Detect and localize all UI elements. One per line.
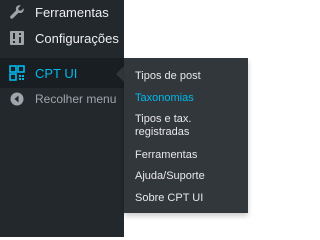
submenu-item-taxonomias[interactable]: Taxonomias — [135, 92, 245, 105]
sidebar-item-label: Configurações — [35, 30, 119, 46]
submenu-item-sobre-cpt-ui[interactable]: Sobre CPT UI — [135, 192, 245, 205]
submenu-item-tipos-tax-registradas[interactable]: Tipos e tax. registradas — [135, 113, 225, 139]
sidebar-item-label: CPT UI — [35, 65, 78, 81]
sidebar-item-label: Recolher menu — [35, 92, 117, 106]
flyout-pointer — [116, 66, 124, 82]
collapse-icon — [7, 89, 27, 109]
grid-icon — [7, 63, 27, 83]
settings-sliders-icon — [7, 28, 27, 48]
submenu-item-ferramentas[interactable]: Ferramentas — [135, 149, 245, 162]
cpt-ui-submenu: Tipos de post Taxonomias Tipos e tax. re… — [124, 58, 248, 213]
sidebar-item-cpt-ui[interactable]: CPT UI — [0, 58, 124, 88]
sidebar-item-label: Ferramentas — [35, 4, 109, 20]
submenu-item-tipos-de-post[interactable]: Tipos de post — [135, 70, 245, 83]
wrench-icon — [7, 2, 27, 22]
sidebar-item-ferramentas[interactable]: Ferramentas — [0, 0, 124, 24]
submenu-item-ajuda-suporte[interactable]: Ajuda/Suporte — [135, 170, 245, 183]
admin-sidebar: Ferramentas Configurações CPT UI Recolhe… — [0, 0, 124, 237]
collapse-menu-button[interactable]: Recolher menu — [0, 88, 124, 110]
sidebar-item-configuracoes[interactable]: Configurações — [0, 26, 124, 50]
